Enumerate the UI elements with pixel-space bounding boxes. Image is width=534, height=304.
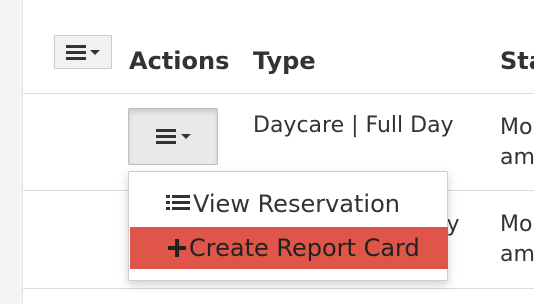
- row-divider: [23, 288, 534, 289]
- actions-dropdown-menu: View Reservation Create Report Card: [128, 171, 448, 281]
- status-cell-line2: am: [500, 242, 534, 267]
- header-divider: [23, 93, 534, 94]
- status-cell-line2: am: [500, 145, 534, 170]
- status-cell: Mo: [500, 212, 533, 237]
- status-column-header[interactable]: Sta: [500, 46, 534, 76]
- status-cell: Mo: [500, 115, 533, 140]
- view-reservation-menu-item[interactable]: View Reservation: [130, 183, 448, 225]
- view-reservation-label: View Reservation: [193, 190, 400, 218]
- type-cell: Daycare | Full Day: [253, 113, 454, 138]
- column-toggle-button[interactable]: [54, 35, 112, 69]
- hamburger-icon: [155, 129, 176, 144]
- hamburger-icon: [66, 44, 86, 60]
- create-report-card-menu-item[interactable]: Create Report Card: [130, 227, 448, 269]
- actions-column-header: Actions: [129, 47, 230, 75]
- type-column-header[interactable]: Type: [253, 46, 316, 76]
- caret-down-icon: [90, 49, 100, 55]
- caret-down-icon: [180, 134, 191, 139]
- create-report-card-label: Create Report Card: [189, 234, 420, 262]
- plus-icon: [168, 239, 186, 257]
- row-actions-button[interactable]: [128, 108, 218, 165]
- list-icon: [166, 194, 190, 214]
